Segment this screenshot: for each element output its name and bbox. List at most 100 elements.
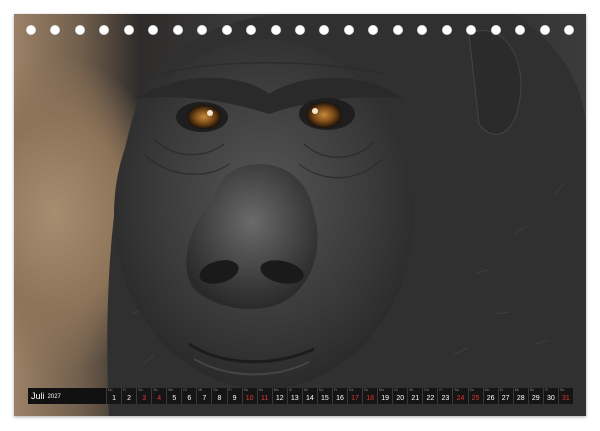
- binding-hole: [50, 25, 61, 35]
- weekday-label: So: [153, 388, 158, 392]
- day-number: 8: [217, 395, 222, 402]
- day-cell: Sa 31: [557, 388, 573, 404]
- weekday-label: Sa: [243, 388, 248, 392]
- day-cell: Do 8: [211, 388, 227, 404]
- weekday-label: Mi: [514, 388, 519, 392]
- binding-hole: [74, 25, 85, 35]
- day-cell: Fr 30: [542, 388, 558, 404]
- day-number: 26: [486, 395, 495, 402]
- weekday-label: Mi: [409, 388, 413, 392]
- day-cell: Do 22: [422, 388, 438, 404]
- day-cell: Mi 28: [512, 388, 528, 404]
- day-cell: Mi 7: [196, 388, 212, 404]
- day-number: 15: [321, 395, 329, 402]
- day-number: 25: [471, 395, 480, 402]
- day-number: 1: [112, 395, 116, 402]
- day-cell: Fr 9: [226, 388, 242, 404]
- binding-hole: [466, 25, 477, 35]
- binding-hole: [515, 25, 526, 35]
- binding-hole: [368, 25, 379, 35]
- day-number: 12: [275, 395, 284, 402]
- binding-hole: [490, 25, 501, 35]
- day-number: 17: [351, 395, 359, 402]
- day-number: 7: [202, 395, 207, 402]
- binding-holes: [14, 14, 586, 44]
- binding-hole: [197, 25, 208, 35]
- binding-hole: [392, 25, 403, 35]
- weekday-label: Sa: [138, 388, 143, 392]
- weekday-label: Di: [499, 388, 503, 392]
- day-number: 6: [187, 395, 192, 402]
- day-cell: Mo 5: [166, 388, 182, 404]
- weekday-label: Mo: [168, 388, 174, 392]
- gorilla-photo: [14, 14, 586, 416]
- weekday-label: Fr: [333, 388, 338, 392]
- binding-hole: [270, 25, 281, 35]
- day-cell: Mi 21: [407, 388, 423, 404]
- day-number: 30: [546, 395, 555, 402]
- weekday-label: Mi: [198, 388, 203, 392]
- day-number: 13: [290, 395, 299, 402]
- binding-hole: [246, 25, 257, 35]
- weekday-label: Do: [424, 388, 429, 392]
- month-calendar-strip: Juli 2027 Do 1 Fr 2 Sa 3 So 4 Mo 5 Di 6 Mi 7 Do 8 Fr 9 Sa 10…: [28, 388, 573, 404]
- weekday-label: Do: [318, 388, 324, 392]
- day-number: 16: [336, 395, 344, 402]
- day-cell: Do 29: [527, 388, 543, 404]
- day-number: 21: [411, 395, 420, 402]
- binding-hole: [441, 25, 452, 35]
- day-number: 20: [396, 395, 405, 402]
- day-number: 18: [366, 395, 374, 402]
- day-number: 5: [172, 395, 177, 402]
- binding-hole: [417, 25, 428, 35]
- weekday-label: Do: [213, 388, 218, 392]
- day-cell: Sa 10: [241, 388, 257, 404]
- day-number: 14: [305, 395, 314, 402]
- weekday-label: Di: [288, 388, 293, 392]
- weekday-label: Fr: [439, 388, 443, 392]
- day-cell: Mo 12: [271, 388, 287, 404]
- days-row: Do 1 Fr 2 Sa 3 So 4 Mo 5 Di 6 Mi 7 Do 8 Fr 9 Sa 10 So 11 Mo 12 D…: [106, 388, 573, 404]
- day-cell: Sa 17: [347, 388, 363, 404]
- year-label: 2027: [47, 394, 61, 400]
- weekday-label: Mi: [303, 388, 308, 392]
- weekday-label: Mo: [484, 388, 490, 392]
- day-cell: Sa 24: [452, 388, 468, 404]
- day-cell: Fr 23: [437, 388, 453, 404]
- day-number: 23: [441, 395, 450, 402]
- binding-hole: [343, 25, 354, 35]
- weekday-label: Di: [183, 388, 187, 392]
- day-number: 4: [157, 395, 162, 402]
- binding-hole: [123, 25, 134, 35]
- day-cell: Mo 26: [482, 388, 498, 404]
- day-number: 27: [501, 395, 510, 402]
- binding-hole: [99, 25, 110, 35]
- day-cell: Di 20: [392, 388, 408, 404]
- day-number: 10: [245, 395, 254, 402]
- day-number: 28: [516, 395, 525, 402]
- day-number: 2: [127, 395, 132, 402]
- weekday-label: Do: [529, 388, 535, 392]
- weekday-label: So: [469, 388, 474, 392]
- calendar-page: Juli 2027 Do 1 Fr 2 Sa 3 So 4 Mo 5 Di 6 Mi 7 Do 8 Fr 9 Sa 10…: [14, 14, 586, 416]
- weekday-label: Mo: [273, 388, 279, 392]
- day-cell: Di 13: [286, 388, 302, 404]
- binding-hole: [295, 25, 305, 35]
- day-cell: So 4: [151, 388, 167, 404]
- binding-hole: [539, 25, 550, 35]
- weekday-label: Fr: [544, 388, 549, 392]
- weekday-label: Mo: [379, 388, 384, 392]
- binding-hole: [26, 25, 36, 35]
- day-cell: Fr 16: [331, 388, 347, 404]
- weekday-label: Fr: [123, 388, 127, 392]
- day-number: 24: [456, 395, 465, 402]
- day-number: 9: [232, 395, 237, 402]
- day-cell: Mi 14: [301, 388, 317, 404]
- gorilla-illustration: [107, 14, 586, 416]
- day-cell: So 25: [467, 388, 483, 404]
- weekday-label: Do: [108, 388, 113, 392]
- weekday-label: Sa: [349, 388, 354, 392]
- day-number: 3: [142, 395, 147, 402]
- binding-hole: [221, 25, 232, 35]
- weekday-label: Sa: [559, 388, 565, 392]
